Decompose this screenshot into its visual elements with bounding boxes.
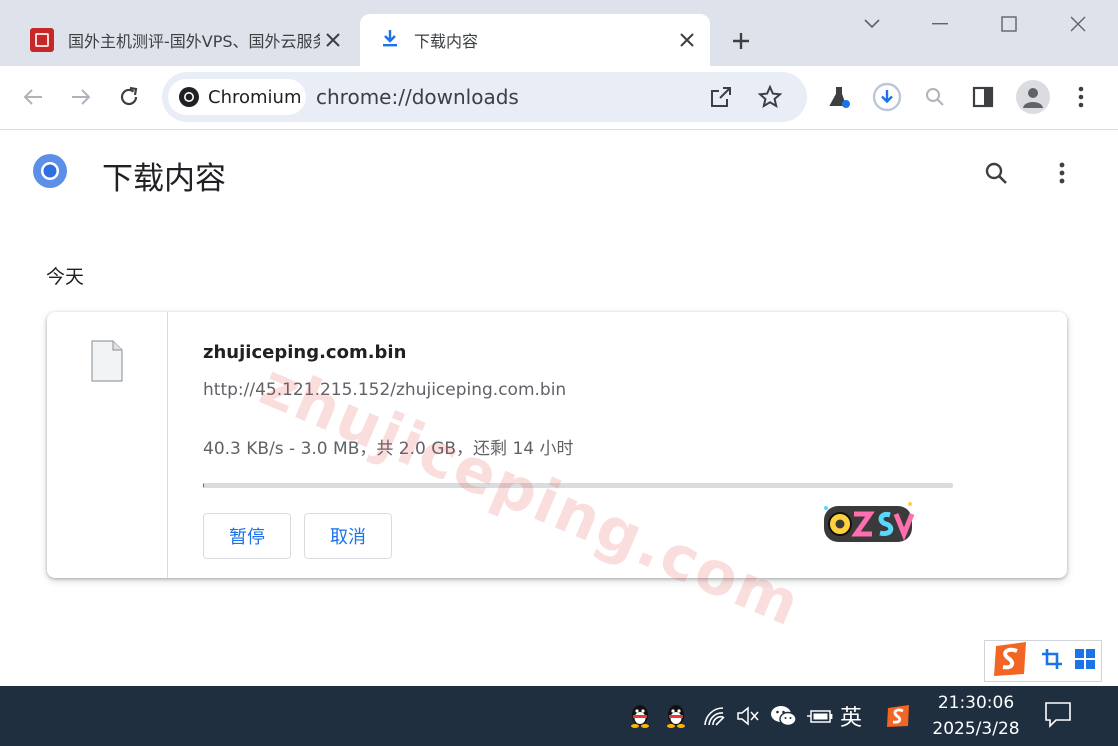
file-icon: [91, 340, 123, 382]
date-section-heading: 今天: [46, 266, 85, 288]
tab-strip: 国外主机测评-国外VPS、国外云服务器 下载内容: [0, 0, 1118, 66]
back-button[interactable]: [16, 80, 50, 114]
tab-downloads[interactable]: 下载内容: [360, 14, 710, 66]
browser-toolbar: Chromium chrome://downloads: [0, 66, 1118, 130]
tab-title: 国外主机测评-国外VPS、国外云服务器: [68, 32, 320, 51]
browser-menu-icon[interactable]: [1064, 80, 1098, 114]
side-panel-icon[interactable]: [966, 80, 1000, 114]
qq-penguin-icon[interactable]: [662, 702, 690, 730]
tab-search-chevron-icon[interactable]: [856, 8, 888, 40]
maximize-button[interactable]: [993, 8, 1025, 40]
ime-toolbar: [984, 640, 1102, 682]
file-icon-column: [47, 312, 168, 578]
tab-zhujiceping[interactable]: 国外主机测评-国外VPS、国外云服务器: [18, 14, 356, 66]
page-title: 下载内容: [102, 161, 226, 197]
file-source-url[interactable]: http://45.121.215.152/zhujiceping.com.bi…: [203, 380, 566, 400]
notification-center-icon[interactable]: [1044, 700, 1072, 728]
network-wifi-icon[interactable]: [700, 702, 728, 730]
address-bar[interactable]: Chromium chrome://downloads: [162, 72, 807, 122]
search-downloads-icon[interactable]: [980, 157, 1012, 189]
site-info-chip[interactable]: Chromium: [168, 79, 306, 115]
clock-time: 21:30:06: [937, 693, 1015, 713]
volume-muted-icon[interactable]: [734, 702, 762, 730]
downloads-toolbar-icon[interactable]: [870, 80, 904, 114]
toolbox-grid-icon[interactable]: [1074, 648, 1096, 674]
clock-date: 2025/3/28: [932, 719, 1020, 739]
download-status: 40.3 KB/s - 3.0 MB，共 2.0 GB，还剩 14 小时: [203, 439, 574, 459]
zoom-search-icon[interactable]: [918, 80, 952, 114]
site-favicon-icon: [30, 28, 54, 52]
new-tab-button[interactable]: [726, 26, 756, 56]
download-progress-bar: [203, 483, 953, 488]
pause-button[interactable]: 暂停: [203, 513, 291, 559]
labs-flask-icon[interactable]: [822, 80, 856, 114]
chromium-logo-icon: [33, 154, 67, 188]
qq-penguin-icon[interactable]: [626, 702, 654, 730]
close-tab-icon[interactable]: [320, 27, 346, 53]
wechat-icon[interactable]: [770, 702, 798, 730]
minimize-button[interactable]: [924, 8, 956, 40]
progress-fill: [203, 483, 205, 488]
forward-button[interactable]: [64, 80, 98, 114]
sogou-ime-icon[interactable]: [990, 640, 1030, 682]
chip-label: Chromium: [208, 86, 302, 108]
input-language-indicator[interactable]: 英: [840, 700, 862, 732]
taskbar-clock[interactable]: 21:30:06 2025/3/28: [924, 690, 1028, 742]
profile-avatar[interactable]: [1016, 80, 1050, 114]
close-window-button[interactable]: [1062, 8, 1094, 40]
windows-taskbar: 英 21:30:06 2025/3/28: [0, 686, 1118, 746]
person-icon: [1023, 88, 1043, 108]
cancel-button[interactable]: 取消: [304, 513, 392, 559]
share-icon[interactable]: [704, 80, 738, 114]
downloads-header: 下载内容: [0, 131, 1118, 215]
tab-title: 下载内容: [414, 32, 479, 51]
more-actions-icon[interactable]: [1046, 157, 1078, 189]
ozsv-sticker-logo: [824, 502, 915, 542]
close-tab-icon[interactable]: [674, 27, 700, 53]
url-text[interactable]: chrome://downloads: [316, 85, 519, 109]
download-icon: [380, 28, 400, 52]
chromium-logo-icon: [179, 87, 199, 107]
bookmark-star-icon[interactable]: [753, 80, 787, 114]
sogou-tray-icon[interactable]: [884, 702, 912, 730]
file-name-link[interactable]: zhujiceping.com.bin: [203, 342, 406, 363]
battery-plugged-icon[interactable]: [806, 702, 834, 730]
crop-tool-icon[interactable]: [1041, 648, 1063, 674]
reload-button[interactable]: [112, 80, 146, 114]
